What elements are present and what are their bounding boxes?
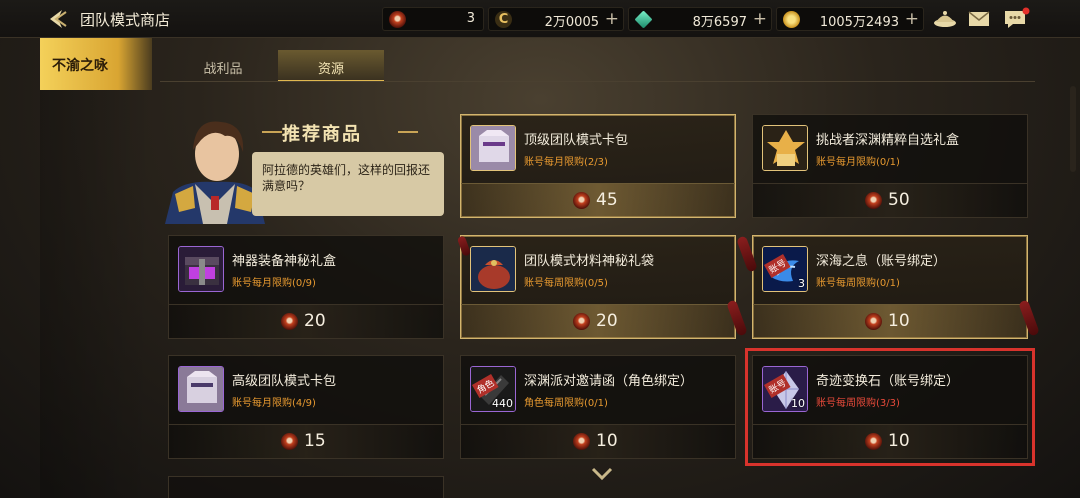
team-coin-value: 3	[466, 11, 475, 26]
gold-gift-box-icon	[762, 125, 808, 171]
food-tray-icon[interactable]	[932, 7, 958, 31]
gold-c-plus-button[interactable]: +	[605, 9, 619, 29]
team-coin-icon	[865, 192, 882, 209]
gold-c-value: 2万0005	[544, 15, 599, 30]
shop-item-partial	[168, 476, 444, 498]
recommend-title: 推荐商品	[282, 124, 362, 145]
tab-loot[interactable]: 战利品	[168, 50, 278, 82]
resource-gold-coin: 1005万2493 +	[776, 7, 924, 31]
price-bar: 15	[169, 424, 443, 458]
item-limit: 角色每周限购(0/1)	[524, 398, 608, 409]
scrollbar[interactable]	[1070, 86, 1076, 172]
team-coin-icon	[281, 433, 298, 450]
item-limit: 账号每周限购(0/1)	[816, 278, 900, 289]
green-crystal-icon	[634, 10, 653, 29]
item-name: 奇迹变换石（账号绑定）	[816, 374, 960, 389]
item-price: 20	[596, 311, 618, 331]
resource-gold-c: C 2万0005 +	[488, 7, 624, 31]
team-coin-icon	[573, 192, 590, 209]
item-quantity: 3	[798, 277, 805, 290]
deep-sea-breath-icon: 账号 3	[762, 246, 808, 292]
gold-c-icon: C	[495, 11, 512, 28]
npc-speech-bubble: 阿拉德的英雄们，这样的回报还满意吗？	[252, 152, 444, 216]
chat-icon[interactable]	[1002, 7, 1030, 31]
item-price: 10	[596, 431, 618, 451]
gold-coin-plus-button[interactable]: +	[905, 9, 919, 29]
item-name: 挑战者深渊精粹自选礼盒	[816, 133, 960, 148]
tab-divider	[160, 81, 1035, 82]
sidebar-item-active[interactable]: 不渝之咏	[40, 38, 152, 90]
sidebar	[40, 90, 152, 498]
item-quantity: 10	[791, 397, 805, 410]
crystal-value: 8万6597	[692, 15, 747, 30]
shop-item-top-team-card-pack[interactable]: 顶级团队模式卡包 账号每月限购(2/3) 45	[460, 114, 736, 218]
item-price: 20	[304, 311, 326, 331]
item-name: 团队模式材料神秘礼袋	[524, 254, 655, 269]
price-bar: 50	[753, 183, 1027, 217]
price-bar: 10	[753, 424, 1027, 458]
resource-crystal: 8万6597 +	[628, 7, 772, 31]
item-quantity: 440	[492, 397, 513, 410]
item-price: 15	[304, 431, 326, 451]
team-coin-icon	[281, 313, 298, 330]
item-limit: 账号每周限购(3/3)	[816, 398, 900, 409]
item-name: 高级团队模式卡包	[232, 374, 337, 389]
team-coin-icon	[865, 433, 882, 450]
back-arrow-icon[interactable]	[44, 6, 70, 32]
item-price: 10	[888, 311, 910, 331]
item-limit: 账号每月限购(0/9)	[232, 278, 316, 289]
team-coin-icon	[573, 313, 590, 330]
price-bar: 10	[461, 424, 735, 458]
scroll-down-chevron-icon[interactable]	[591, 466, 613, 485]
tab-resources[interactable]: 资源	[278, 50, 384, 82]
shop-item-artifact-box[interactable]: 神器装备神秘礼盒 账号每月限购(0/9) 20	[168, 235, 444, 339]
team-coin-icon	[865, 313, 882, 330]
item-name: 神器装备神秘礼盒	[232, 254, 337, 269]
page-title: 团队模式商店	[80, 11, 171, 29]
top-bar: 团队模式商店 3 C 2万0005 + 8万6597 + 1005万2493 +	[0, 0, 1080, 38]
item-limit: 账号每月限购(0/1)	[816, 157, 900, 168]
gold-coin-value: 1005万2493	[819, 15, 899, 30]
title-deco-left	[262, 131, 282, 133]
item-limit: 账号每月限购(2/3)	[524, 157, 608, 168]
resource-team-coin: 3	[382, 7, 484, 31]
price-bar: 45	[461, 183, 735, 217]
crystal-plus-button[interactable]: +	[753, 9, 767, 29]
npc-portrait	[165, 112, 265, 224]
item-name: 深渊派对邀请函（角色绑定）	[524, 374, 694, 389]
team-coin-icon	[389, 11, 406, 28]
item-price: 45	[596, 190, 618, 210]
card-pack-icon	[470, 125, 516, 171]
shop-item-deep-sea-breath[interactable]: 账号 3 深海之息（账号绑定） 账号每周限购(0/1) 10	[752, 235, 1028, 339]
shop-item-abyss-essence-box[interactable]: 挑战者深渊精粹自选礼盒 账号每月限购(0/1) 50	[752, 114, 1028, 218]
material-bag-icon	[470, 246, 516, 292]
shop-item-advanced-card-pack[interactable]: 高级团队模式卡包 账号每月限购(4/9) 15	[168, 355, 444, 459]
title-deco-right	[398, 131, 418, 133]
price-bar: 10	[753, 304, 1027, 338]
price-bar: 20	[169, 304, 443, 338]
item-limit: 账号每周限购(0/5)	[524, 278, 608, 289]
item-name: 深海之息（账号绑定）	[816, 254, 947, 269]
miracle-stone-icon: 账号 10	[762, 366, 808, 412]
gold-coin-icon	[783, 11, 800, 28]
item-price: 50	[888, 190, 910, 210]
shop-item-material-bag[interactable]: 团队模式材料神秘礼袋 账号每周限购(0/5) 20	[460, 235, 736, 339]
item-price: 10	[888, 431, 910, 451]
item-limit: 账号每月限购(4/9)	[232, 398, 316, 409]
shop-item-abyss-invitation[interactable]: 角色 440 深渊派对邀请函（角色绑定） 角色每周限购(0/1) 10	[460, 355, 736, 459]
abyss-invitation-icon: 角色 440	[470, 366, 516, 412]
mail-icon[interactable]	[966, 7, 992, 31]
team-coin-icon	[573, 433, 590, 450]
shop-item-miracle-stone[interactable]: 账号 10 奇迹变换石（账号绑定） 账号每周限购(3/3) 10	[745, 348, 1035, 466]
card-pack-icon	[178, 366, 224, 412]
item-name: 顶级团队模式卡包	[524, 133, 629, 148]
price-bar: 20	[461, 304, 735, 338]
purple-chest-icon	[178, 246, 224, 292]
